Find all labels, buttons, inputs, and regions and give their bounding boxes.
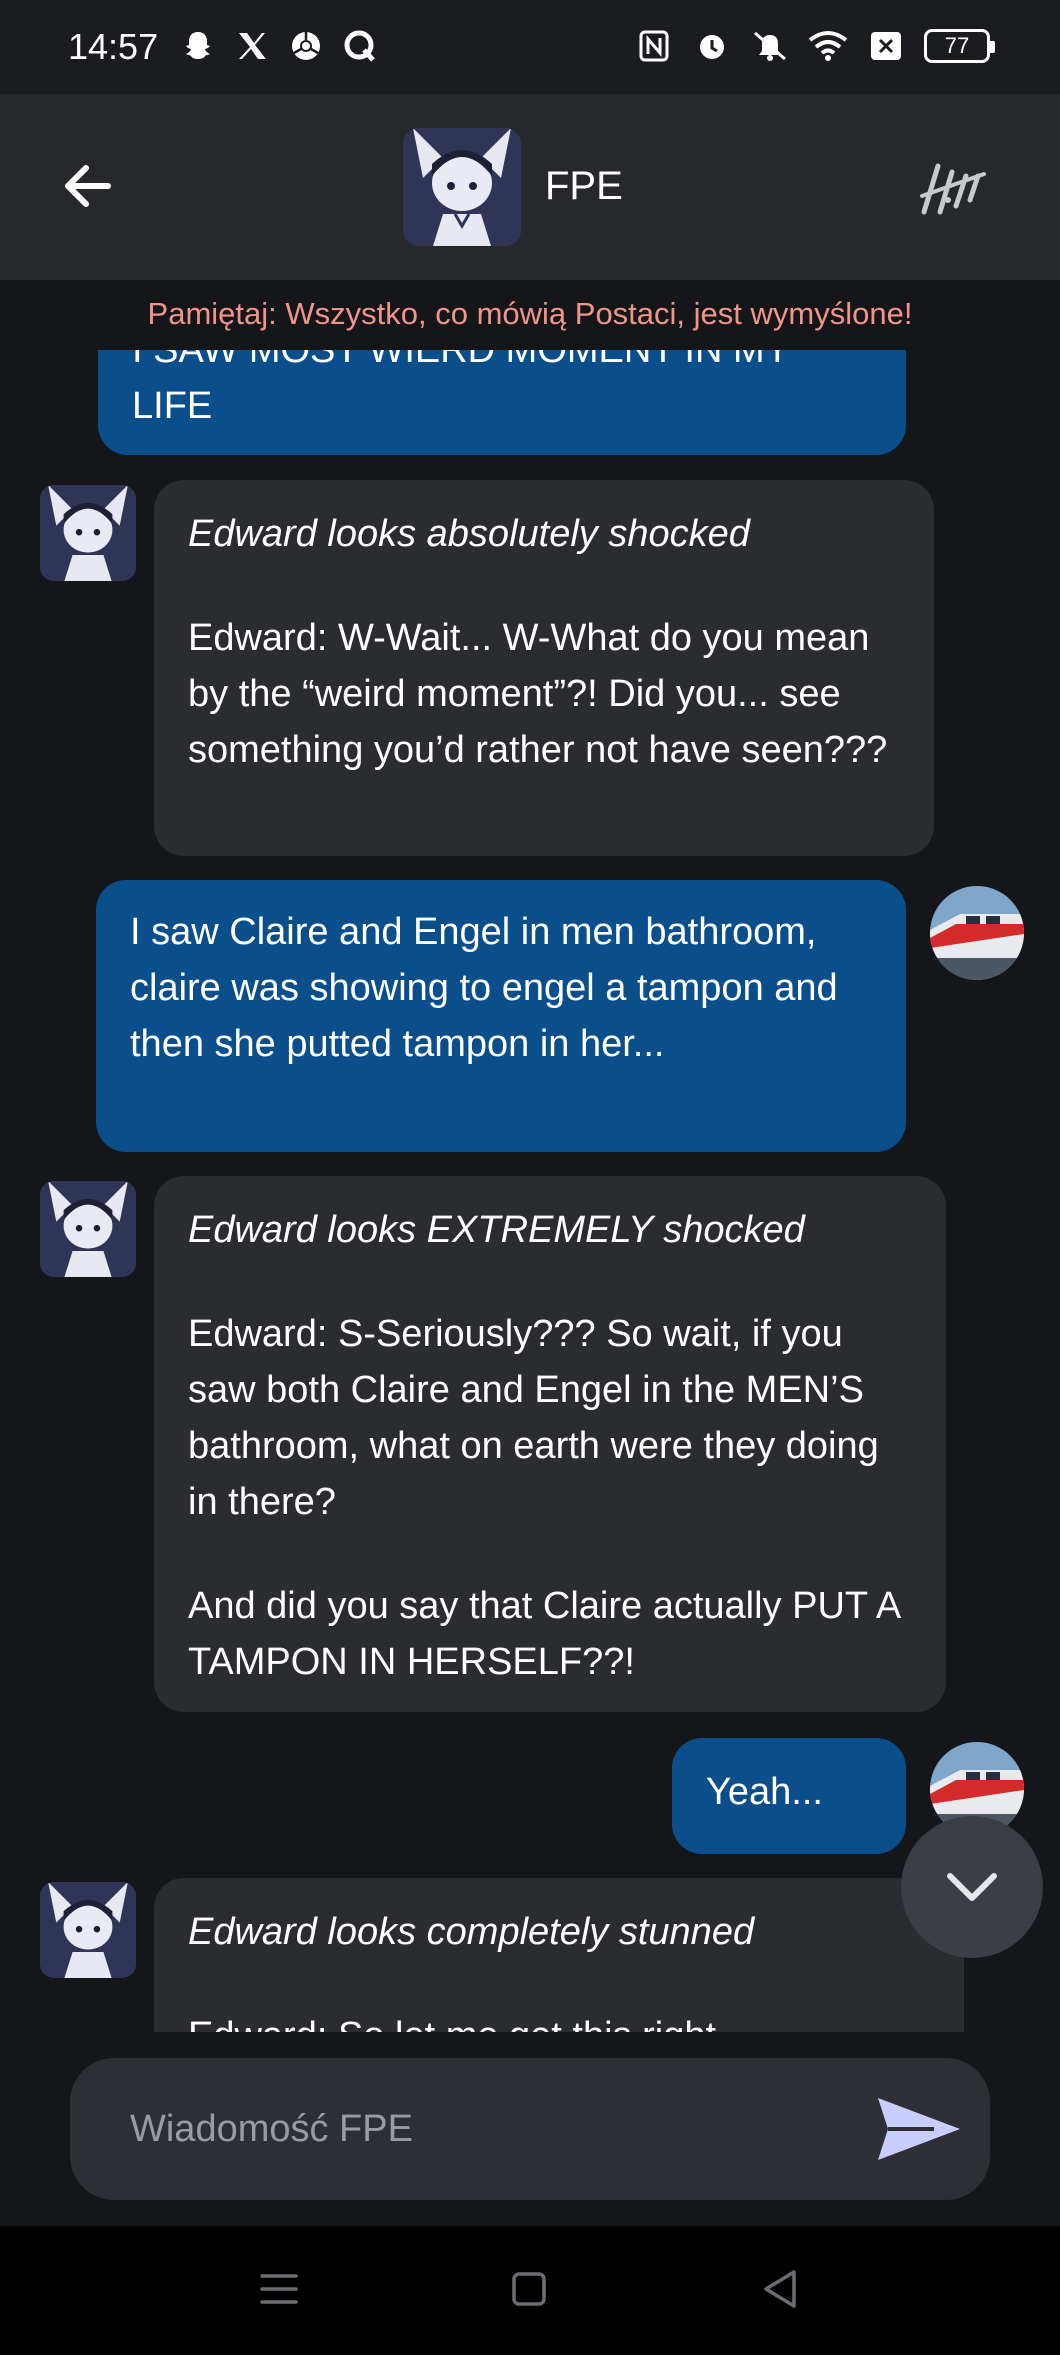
chat-header: FPE bbox=[0, 94, 1060, 280]
character-avatar[interactable] bbox=[403, 128, 521, 246]
character-name[interactable]: FPE bbox=[545, 164, 623, 209]
battery-indicator: 77 bbox=[924, 29, 995, 63]
system-back-button[interactable] bbox=[756, 2264, 806, 2314]
user-message[interactable]: I saw Claire and Engel in men bathroom, … bbox=[96, 880, 906, 1152]
message-action: Edward looks absolutely shocked bbox=[188, 513, 750, 555]
bot-message[interactable]: Edward looks absolutely shocked Edward: … bbox=[154, 480, 934, 856]
status-bar: 14:57 77 bbox=[0, 0, 1060, 94]
message-text-line: I SAW MOST WIERD MOMENT IN MY bbox=[132, 350, 790, 371]
message-action: Edward looks EXTREMELY shocked bbox=[188, 1209, 805, 1251]
message-paragraph: Edward: W-Wait... W-What do you mean by … bbox=[188, 617, 888, 771]
status-system-icons: 77 bbox=[634, 26, 995, 66]
message-paragraph: And did you say that Claire actually PUT… bbox=[188, 1585, 900, 1683]
user-message[interactable]: Yeah... bbox=[672, 1738, 906, 1854]
character-portrait-icon bbox=[403, 128, 521, 246]
user-message[interactable]: I SAW MOST WIERD MOMENT IN MY LIFE bbox=[98, 350, 906, 455]
alarm-icon bbox=[692, 26, 732, 66]
bot-message[interactable]: Edward looks EXTREMELY shocked Edward: S… bbox=[154, 1176, 946, 1712]
character-portrait-icon bbox=[40, 1882, 136, 1978]
sim-icon bbox=[866, 26, 906, 66]
bot-avatar[interactable] bbox=[40, 1181, 136, 1277]
message-list[interactable]: I SAW MOST WIERD MOMENT IN MY LIFE Edwar… bbox=[0, 350, 1060, 2032]
train-icon bbox=[930, 886, 1024, 980]
message-text: I saw Claire and Engel in men bathroom, … bbox=[130, 911, 838, 1065]
user-avatar[interactable] bbox=[930, 886, 1024, 980]
bot-message[interactable]: Edward looks completely stunned Edward: … bbox=[154, 1878, 964, 2032]
edit-style-icon bbox=[920, 163, 986, 215]
send-icon bbox=[878, 2098, 960, 2160]
nfc-icon bbox=[634, 26, 674, 66]
message-text-line: LIFE bbox=[132, 385, 213, 427]
style-button[interactable] bbox=[918, 156, 988, 220]
mute-icon bbox=[750, 26, 790, 66]
bot-avatar[interactable] bbox=[40, 1882, 136, 1978]
back-button[interactable] bbox=[58, 156, 118, 216]
battery-level: 77 bbox=[944, 33, 970, 58]
back-arrow-icon bbox=[65, 165, 111, 207]
x-icon bbox=[232, 26, 272, 66]
fiction-disclaimer: Pamiętaj: Wszystko, co mówią Postaci, je… bbox=[147, 296, 913, 331]
home-icon bbox=[512, 2272, 546, 2306]
wifi-icon bbox=[808, 26, 848, 66]
status-notification-icons bbox=[178, 26, 380, 66]
q-icon bbox=[340, 26, 380, 66]
bot-avatar[interactable] bbox=[40, 485, 136, 581]
system-navigation-bar bbox=[0, 2226, 1060, 2355]
recent-apps-button[interactable] bbox=[254, 2264, 304, 2314]
menu-icon bbox=[260, 2274, 298, 2304]
chrome-icon bbox=[286, 26, 326, 66]
message-paragraph: Edward: So let me get this right bbox=[188, 2008, 930, 2032]
home-button[interactable] bbox=[504, 2264, 554, 2314]
scroll-to-bottom-button[interactable] bbox=[901, 1816, 1043, 1958]
character-portrait-icon bbox=[40, 485, 136, 581]
character-portrait-icon bbox=[40, 1181, 136, 1277]
message-paragraph: Edward: S-Seriously??? So wait, if you s… bbox=[188, 1313, 879, 1523]
message-action: Edward looks completely stunned bbox=[188, 1911, 755, 1953]
message-input[interactable] bbox=[130, 2094, 830, 2164]
status-time: 14:57 bbox=[68, 26, 159, 67]
snapchat-icon bbox=[178, 26, 218, 66]
chevron-down-icon bbox=[947, 1873, 997, 1901]
message-text: Yeah... bbox=[706, 1771, 823, 1813]
back-triangle-icon bbox=[764, 2270, 796, 2308]
message-composer bbox=[70, 2058, 990, 2200]
send-button[interactable] bbox=[874, 2092, 964, 2166]
